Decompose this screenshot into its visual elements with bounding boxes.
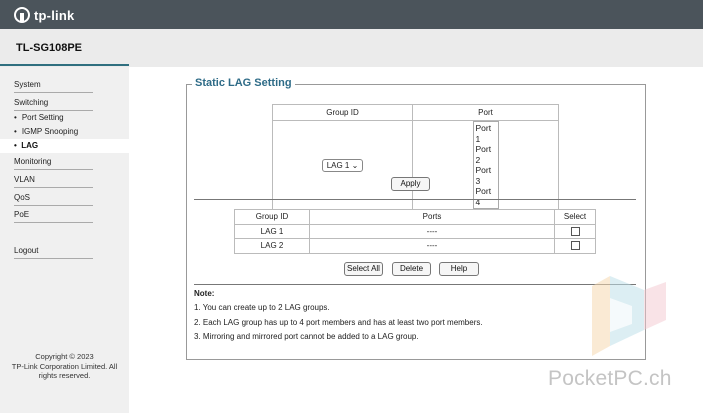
note-line: 1. You can create up to 2 LAG groups. bbox=[194, 303, 330, 312]
tp-link-logo-icon bbox=[14, 7, 30, 23]
port-option[interactable]: Port 2 bbox=[476, 144, 496, 165]
section-title: Static LAG Setting bbox=[192, 77, 295, 89]
sidebar-item-monitoring[interactable]: Monitoring bbox=[14, 157, 93, 170]
bullet-icon: • bbox=[14, 141, 17, 150]
delete-button[interactable]: Delete bbox=[392, 262, 431, 276]
port-listbox[interactable]: Port 1 Port 2 Port 3 Port 4 bbox=[472, 121, 499, 209]
table-row: LAG 2 ---- bbox=[234, 238, 596, 254]
port-cell: Port 1 Port 2 Port 3 Port 4 bbox=[412, 120, 559, 210]
note-line: 2. Each LAG group has up to 4 port membe… bbox=[194, 318, 483, 327]
table-row: LAG 1 ---- bbox=[234, 223, 596, 239]
sidebar-item-poe[interactable]: PoE bbox=[14, 210, 93, 223]
watermark-text: PocketPC.ch bbox=[548, 367, 672, 390]
model-name: TL-SG108PE bbox=[16, 42, 83, 54]
help-button[interactable]: Help bbox=[439, 262, 479, 276]
sidebar: System Switching • Port Setting • IGMP Sno… bbox=[0, 67, 129, 413]
lag-groups-table: Group ID Ports Select LAG 1 ---- LAG 2 -… bbox=[234, 209, 596, 254]
sidebar-item-port-setting[interactable]: • Port Setting bbox=[14, 113, 64, 122]
model-bar: TL-SG108PE bbox=[0, 29, 703, 67]
select-checkbox[interactable] bbox=[570, 226, 580, 236]
port-option[interactable]: Port 4 bbox=[476, 186, 496, 207]
note-line: 3. Mirroring and mirrored port cannot be… bbox=[194, 332, 419, 341]
select-cell bbox=[554, 238, 596, 254]
bullet-icon: • bbox=[14, 113, 17, 122]
column-header: Group ID bbox=[272, 104, 413, 121]
sidebar-item-label: • LAG bbox=[14, 141, 38, 150]
watermark-logo-icon bbox=[592, 276, 666, 356]
column-header: Ports bbox=[309, 209, 555, 225]
ports-value: ---- bbox=[309, 223, 555, 239]
copyright-line: TP-Link Corporation Limited. All bbox=[11, 361, 118, 371]
sidebar-item-label-text: LAG bbox=[21, 141, 39, 150]
sidebar-item-label: IGMP Snooping bbox=[21, 127, 79, 136]
column-header: Port bbox=[412, 104, 559, 121]
sidebar-item-qos[interactable]: QoS bbox=[14, 193, 93, 206]
select-checkbox[interactable] bbox=[570, 241, 580, 251]
group-id-value: LAG 2 bbox=[234, 238, 310, 254]
sidebar-item-lag[interactable]: • LAG bbox=[0, 139, 129, 153]
select-all-button[interactable]: Select All bbox=[344, 262, 383, 276]
sidebar-item-label: Port Setting bbox=[21, 113, 64, 122]
sidebar-item-logout[interactable]: Logout bbox=[14, 246, 93, 259]
bullet-icon: • bbox=[14, 127, 17, 136]
group-id-value: LAG 1 bbox=[234, 223, 310, 239]
column-header: Select bbox=[554, 209, 596, 225]
sidebar-item-switching[interactable]: Switching bbox=[14, 98, 93, 111]
chevron-down-icon: ⌄ bbox=[351, 160, 359, 170]
group-id-cell: LAG 1 ⌄ bbox=[272, 120, 413, 210]
lag-config-table: Group ID Port LAG 1 ⌄ Port 1 Port 2 Port… bbox=[272, 104, 559, 210]
model-underline bbox=[0, 64, 129, 66]
group-id-select[interactable]: LAG 1 ⌄ bbox=[321, 158, 364, 172]
port-option[interactable]: Port 3 bbox=[476, 165, 496, 186]
sidebar-item-igmp-snooping[interactable]: • IGMP Snooping bbox=[14, 127, 78, 136]
note-title: Note: bbox=[194, 289, 215, 298]
tp-link-logo: tp-link bbox=[14, 6, 74, 24]
divider bbox=[194, 199, 636, 200]
logo-text: tp-link bbox=[34, 7, 75, 23]
top-bar: tp-link bbox=[0, 0, 703, 29]
copyright-line: Copyright © 2023 bbox=[35, 352, 94, 361]
copyright-text: Copyright © 2023 TP-Link Corporation Lim… bbox=[0, 352, 129, 381]
sidebar-item-vlan[interactable]: VLAN bbox=[14, 175, 93, 188]
port-option[interactable]: Port 1 bbox=[476, 123, 496, 144]
group-id-select-value: LAG 1 bbox=[326, 160, 350, 170]
select-cell bbox=[554, 223, 596, 239]
ports-value: ---- bbox=[309, 238, 555, 254]
apply-button[interactable]: Apply bbox=[391, 177, 430, 191]
column-header: Group ID bbox=[234, 209, 310, 225]
sidebar-item-system[interactable]: System bbox=[14, 80, 93, 93]
copyright-line: rights reserved. bbox=[38, 371, 91, 380]
